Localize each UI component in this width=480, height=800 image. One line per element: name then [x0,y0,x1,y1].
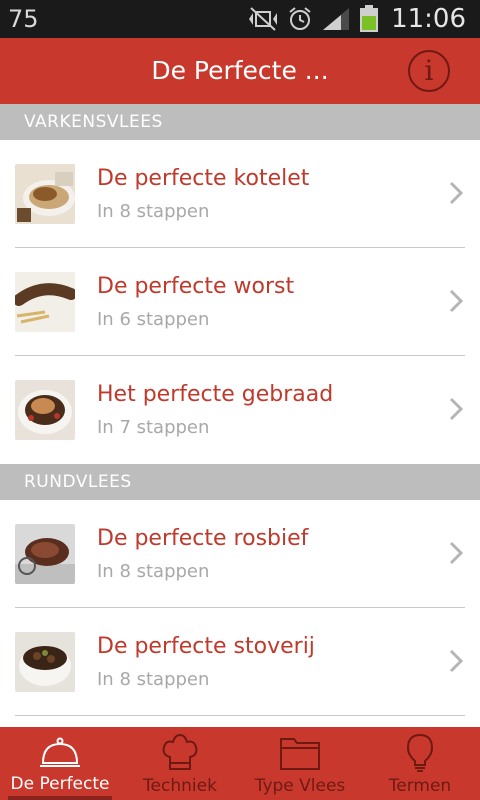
app-bar: De Perfecte ... i [0,38,480,104]
gebraad-thumbnail [15,380,75,440]
chef-hat-icon [162,733,198,770]
signal-icon [323,8,350,30]
bottom-tab-bar: De Perfecte Techniek Type Vlees Termen [0,727,480,800]
kotelet-thumbnail [15,164,75,224]
section-header-rundvlees: RUNDVLEES [0,464,480,500]
tab-label: Techniek [143,776,217,796]
section-header-varkensvlees: VARKENSVLEES [0,104,480,140]
tab-de-perfecte[interactable]: De Perfecte [0,727,120,800]
chevron-right-icon [449,397,464,421]
status-bar: 75 11:06 [0,0,480,38]
list-item-gebraad[interactable]: Het perfecte gebraad In 7 stappen [0,356,480,464]
tab-type-vlees[interactable]: Type Vlees [240,727,360,800]
status-left-text: 75 [8,5,39,33]
rosbief-thumbnail [15,524,75,584]
cloche-icon [40,737,80,767]
tab-label: Type Vlees [254,776,346,796]
list-item-subtitle: In 8 stappen [97,201,210,222]
list-item-rosbief[interactable]: De perfecte rosbief In 8 stappen [0,500,480,608]
tab-techniek[interactable]: Techniek [120,727,240,800]
stoverij-thumbnail [15,632,75,692]
battery-icon [360,5,379,32]
recipe-list[interactable]: VARKENSVLEES De perfecte kotelet In 8 st… [0,104,480,727]
chevron-right-icon [449,181,464,205]
list-item-subtitle: In 8 stappen [97,669,210,690]
list-item-title: Het perfecte gebraad [97,382,334,407]
status-icons: 11:06 [247,0,466,38]
list-item-title: De perfecte kotelet [97,166,310,191]
chevron-right-icon [449,541,464,565]
list-item-subtitle: In 7 stappen [97,417,210,438]
status-time: 11:06 [391,4,466,34]
chevron-right-icon [449,649,464,673]
divider [15,715,465,716]
alarm-icon [289,7,311,30]
list-item-worst[interactable]: De perfecte worst In 6 stappen [0,248,480,356]
list-item-title: De perfecte rosbief [97,526,309,551]
muted-vibrate-icon [249,7,278,31]
worst-thumbnail [15,272,75,332]
list-item-subtitle: In 8 stappen [97,561,210,582]
list-item-title: De perfecte worst [97,274,295,299]
tab-label: Termen [388,776,452,796]
info-icon: i [424,54,434,87]
chevron-right-icon [449,289,464,313]
list-item-stoverij[interactable]: De perfecte stoverij In 8 stappen [0,608,480,716]
tab-label: De Perfecte [10,774,110,794]
folder-icon [280,738,320,770]
tab-termen[interactable]: Termen [360,727,480,800]
list-item-title: De perfecte stoverij [97,634,315,659]
list-item-subtitle: In 6 stappen [97,309,210,330]
lightbulb-icon [406,733,434,772]
info-button[interactable]: i [408,50,450,92]
list-item-kotelet[interactable]: De perfecte kotelet In 8 stappen [0,140,480,248]
